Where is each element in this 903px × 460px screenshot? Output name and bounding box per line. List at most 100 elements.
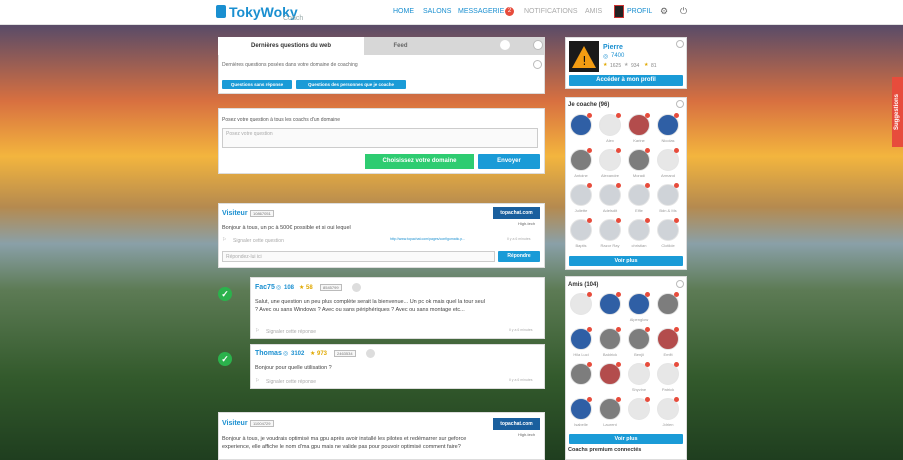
avatar-cell[interactable]: Hila Luci	[567, 326, 595, 359]
avatar-name: Laurent	[603, 422, 617, 427]
unanswered-questions-button[interactable]: Questions sans réponse	[222, 80, 292, 89]
avatar-cell[interactable]: Baldrick	[596, 326, 624, 359]
answer-author[interactable]: Fac75	[255, 284, 275, 291]
info-icon[interactable]	[676, 280, 684, 288]
nav-messagerie[interactable]: MESSAGERIE	[458, 8, 504, 15]
info-icon[interactable]	[533, 60, 542, 69]
answer-time: Il y a 6 minutes	[509, 328, 533, 332]
avatar-cell[interactable]	[654, 291, 682, 324]
status-dot-icon	[587, 148, 592, 153]
status-dot-icon	[674, 183, 679, 188]
feed-toggle-icon[interactable]	[500, 40, 510, 50]
avatar-cell[interactable]	[567, 112, 595, 145]
partner-logo[interactable]: topachat.com	[493, 207, 540, 219]
avatar-name: Emfit	[663, 352, 673, 357]
status-dot-icon	[616, 292, 621, 297]
answer-check-icon: ✓	[218, 352, 232, 366]
avatar-cell[interactable]: Alex	[596, 112, 624, 145]
flag-icon[interactable]: ⚐	[255, 328, 259, 334]
question-input[interactable]: Posez votre question	[222, 128, 538, 148]
avatar-cell[interactable]	[596, 361, 624, 394]
send-button[interactable]: Envoyer	[478, 154, 540, 169]
flag-icon[interactable]: ⚐	[255, 378, 259, 384]
profile-stat-3: 81	[651, 63, 657, 69]
profile-picture[interactable]: !	[569, 41, 599, 72]
friends-see-more-button[interactable]: Voir plus	[569, 434, 683, 444]
report-answer-link[interactable]: Signaler cette réponse	[266, 379, 316, 385]
avatar-name: christian	[631, 243, 647, 248]
like-icon[interactable]	[352, 283, 361, 292]
answer-points: 108	[284, 285, 295, 291]
like-icon[interactable]	[366, 349, 375, 358]
partner-logo[interactable]: topachat.com	[493, 418, 540, 430]
avatar-cell[interactable]: Karine	[625, 112, 653, 145]
avatar-cell[interactable]: Juliette	[567, 182, 595, 215]
avatar-name: Patrick	[661, 387, 675, 392]
question-author[interactable]: Visiteur	[222, 420, 248, 427]
coaching-avatar-grid: Alex Karine Nicolas Antoine Alexandre Moradi A…	[567, 112, 685, 254]
svg-text:!: !	[582, 54, 587, 68]
top-bar	[0, 0, 903, 25]
answer-text: Salut, une question un peu plus complète…	[255, 299, 485, 313]
avatar-cell[interactable]: Laurent	[596, 396, 624, 429]
settings-gear-icon[interactable]: ⚙	[660, 6, 668, 17]
nav-home[interactable]: HOME	[393, 8, 414, 15]
coaching-see-more-button[interactable]: Voir plus	[569, 256, 683, 266]
reply-input[interactable]: Répondez-lui ici	[222, 251, 495, 262]
avatar-cell[interactable]: christian	[625, 217, 653, 250]
avatar-cell[interactable]: Razor Ray	[596, 217, 624, 250]
answer-author[interactable]: Thomas	[255, 350, 282, 357]
avatar-cell[interactable]: Clotilde	[654, 217, 682, 250]
access-profile-button[interactable]: Accéder à mon profil	[569, 75, 683, 86]
avatar-cell[interactable]: Armand	[654, 147, 682, 180]
avatar-cell[interactable]: Patrick	[654, 361, 682, 394]
nav-profil[interactable]: PROFIL	[627, 8, 652, 15]
power-icon[interactable]: ⏻	[680, 6, 687, 17]
suggestions-tab[interactable]: Suggestions	[892, 77, 903, 147]
tab-latest-questions[interactable]: Dernières questions du web	[218, 37, 364, 55]
report-question-link[interactable]: Signaler cette question	[233, 238, 284, 244]
tab-feed[interactable]: Feed	[364, 37, 545, 55]
info-icon[interactable]	[676, 40, 684, 48]
avatar-cell[interactable]: Alexandre	[596, 147, 624, 180]
coached-questions-button[interactable]: Questions des personnes que je coache	[296, 80, 406, 89]
info-icon[interactable]	[676, 100, 684, 108]
avatar-cell[interactable]	[625, 396, 653, 429]
status-dot-icon	[674, 362, 679, 367]
avatar-cell[interactable]: Elfie	[625, 182, 653, 215]
avatar-cell[interactable]: Benjii	[625, 326, 653, 359]
avatar-cell[interactable]: Moradi	[625, 147, 653, 180]
messagerie-count-badge: 2	[505, 7, 514, 16]
avatar-cell[interactable]: Alpenglow	[625, 291, 653, 324]
avatar-cell[interactable]: Emfit	[654, 326, 682, 359]
avatar-cell[interactable]	[567, 291, 595, 324]
nav-notifications[interactable]: NOTIFICATIONS	[524, 8, 578, 15]
avatar-cell[interactable]: Jdrien	[654, 396, 682, 429]
reply-button[interactable]: Répondre	[498, 251, 540, 262]
avatar-cell[interactable]: Baptis	[567, 217, 595, 250]
question-link[interactable]: http://www.topachat.com/pages/configomat…	[390, 237, 465, 241]
status-dot-icon	[587, 327, 592, 332]
avatar-cell[interactable]	[567, 361, 595, 394]
question-author[interactable]: Visiteur	[222, 210, 248, 217]
avatar-cell[interactable]	[596, 291, 624, 324]
choose-domain-button[interactable]: Choisissez votre domaine	[365, 154, 474, 169]
premium-coaches-title: Coachs premium connectés	[568, 447, 642, 453]
avatar-name: Benjii	[634, 352, 644, 357]
profile-name[interactable]: Pierre	[603, 44, 623, 51]
avatar-cell[interactable]: Antoine	[567, 147, 595, 180]
profile-avatar[interactable]	[614, 5, 624, 18]
close-icon[interactable]	[533, 40, 543, 50]
avatar-cell[interactable]: Nicolas	[654, 112, 682, 145]
answer-points: 3102	[291, 351, 305, 357]
avatar-cell[interactable]: Isabelle	[567, 396, 595, 429]
status-dot-icon	[616, 218, 621, 223]
avatar-cell[interactable]: Shyvine	[625, 361, 653, 394]
report-answer-link[interactable]: Signaler cette réponse	[266, 329, 316, 335]
avatar-cell[interactable]: Adelsdit	[596, 182, 624, 215]
logo-icon[interactable]	[216, 5, 226, 18]
nav-salons[interactable]: SALONS	[423, 8, 451, 15]
nav-amis[interactable]: AMIS	[585, 8, 602, 15]
avatar-cell[interactable]: Bdn & Ms	[654, 182, 682, 215]
flag-icon[interactable]: ⚐	[222, 237, 226, 243]
